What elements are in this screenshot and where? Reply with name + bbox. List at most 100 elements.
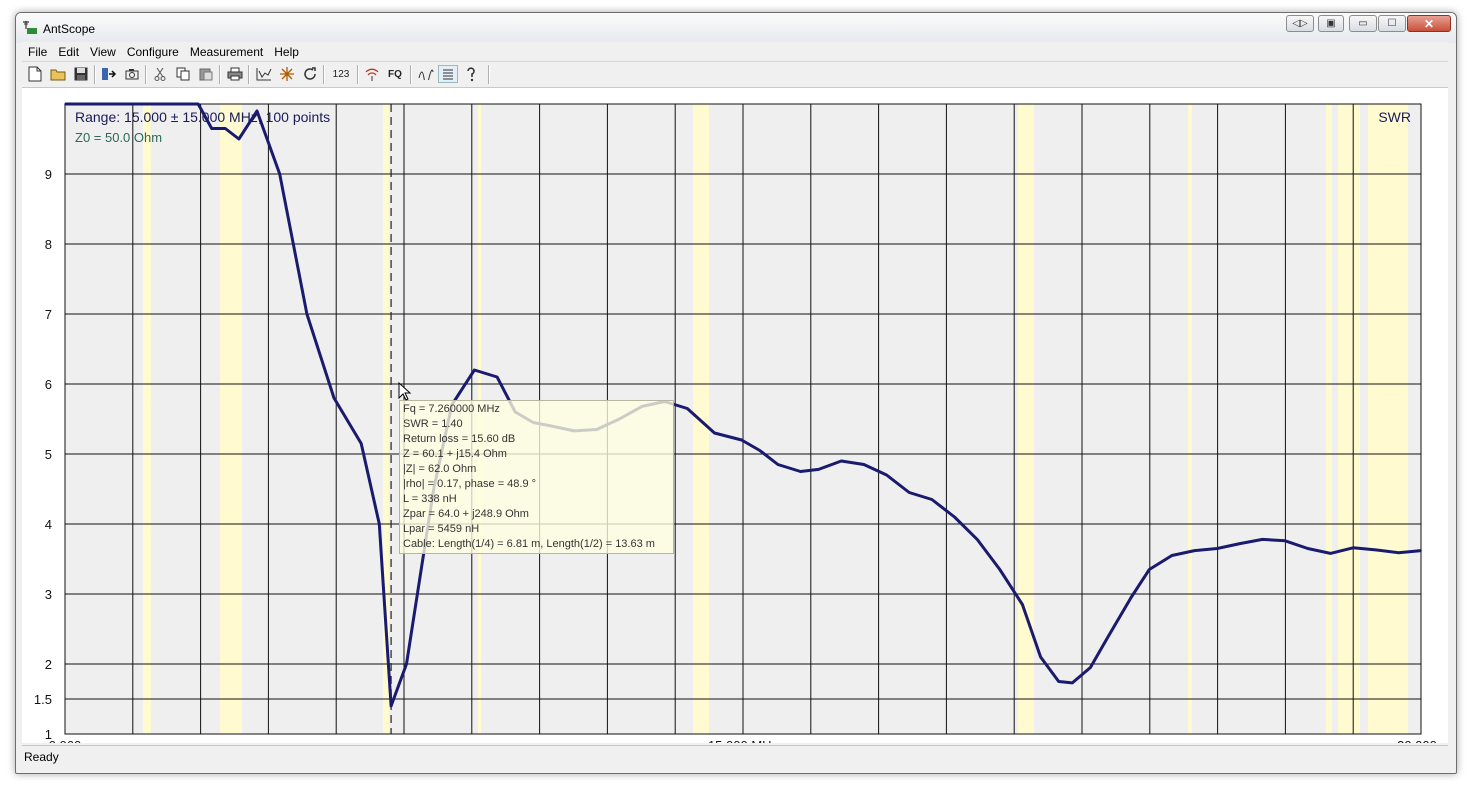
info-impedance: Z = 60.1 + j15.4 Ohm: [403, 448, 507, 460]
swr-data-point: [390, 705, 392, 707]
info-parallel-impedance: Zpar = 64.0 + j248.9 Ohm: [403, 508, 529, 520]
help-icon[interactable]: [461, 65, 481, 83]
save-disk-icon[interactable]: [71, 65, 91, 83]
swr-data-point: [908, 491, 910, 494]
star-burst-icon[interactable]: [277, 65, 297, 83]
y-tick-label: 5: [45, 447, 52, 462]
swr-data-point: [333, 397, 335, 399]
y-tick-label: 6: [45, 377, 52, 392]
swr-data-point: [777, 463, 779, 466]
info-impedance-magnitude: |Z| = 62.0 Ohm: [403, 463, 477, 475]
band-highlight-0: [143, 104, 151, 734]
swr-data-point: [224, 127, 227, 130]
window-title: AntScope: [43, 22, 96, 36]
frequency-icon[interactable]: FQ: [384, 65, 406, 83]
swr-data-point: [686, 407, 689, 410]
swr-data-point: [1329, 552, 1332, 555]
minimize-button[interactable]: ▭: [1349, 15, 1377, 32]
app-window: AntScope ◁▷ ▣ ▭ ☐ ✕ File Edit View Configur…: [15, 12, 1457, 774]
menu-file[interactable]: File: [22, 42, 52, 61]
menu-bar: File Edit View Configure Measurement Help: [22, 42, 1448, 62]
new-file-icon[interactable]: [25, 65, 45, 83]
swr-data-point: [953, 516, 956, 518]
menu-help[interactable]: Help: [268, 42, 304, 61]
swr-data-point: [473, 369, 476, 371]
swr-data-point: [197, 103, 199, 105]
swr-data-point: [799, 470, 802, 473]
band-highlight-7: [1326, 104, 1332, 734]
swr-data-point: [1057, 680, 1060, 683]
swr-data-point: [740, 439, 743, 441]
swr-data-point: [817, 468, 820, 471]
swr-data-point: [1261, 538, 1264, 541]
band-highlight-8: [1338, 104, 1360, 734]
back-forward-button[interactable]: ◁▷: [1286, 15, 1314, 32]
swr-data-point: [1397, 551, 1400, 554]
swr-data-point: [1130, 596, 1132, 599]
swr-data-point: [1352, 547, 1354, 549]
menu-edit[interactable]: Edit: [52, 42, 84, 61]
snapshot-icon[interactable]: [122, 65, 142, 83]
swr-data-point: [496, 376, 498, 378]
chart-icon[interactable]: [254, 65, 274, 83]
list-icon[interactable]: [438, 65, 458, 83]
open-folder-icon[interactable]: [48, 65, 68, 83]
swr-chart[interactable]: 987654321.51 0.06015.000 MHz30.000 Range…: [22, 88, 1448, 743]
swr-data-point: [1216, 547, 1218, 550]
maximize-button[interactable]: ☐: [1378, 15, 1406, 32]
swr-data-point: [1307, 547, 1309, 550]
swr-data-point: [999, 568, 1001, 571]
swr-data-point: [840, 460, 843, 462]
swr-data-point: [1193, 549, 1196, 552]
swr-data-point: [306, 313, 308, 315]
status-text: Ready: [24, 750, 59, 764]
info-cable-length: Cable: Length(1/4) = 6.81 m, Length(1/2)…: [403, 538, 655, 550]
info-frequency: Fq = 7.260000 MHz: [403, 403, 500, 415]
y-tick-label: 9: [45, 167, 52, 182]
export-icon[interactable]: [99, 65, 119, 83]
menu-view[interactable]: View: [84, 42, 121, 61]
paste-icon[interactable]: [196, 65, 216, 83]
y-tick-label: 2: [45, 657, 52, 672]
antenna-icon[interactable]: [362, 65, 382, 83]
x-tick-label: 30.000: [1397, 738, 1437, 743]
x-tick-label: 15.000 MHz: [708, 738, 778, 743]
print-icon[interactable]: [225, 65, 245, 83]
swr-data-point: [1171, 554, 1173, 557]
y-tick-label: 7: [45, 307, 52, 322]
swr-data-point: [1021, 603, 1024, 606]
swr-data-point: [64, 103, 66, 105]
status-bar: Ready: [22, 745, 1448, 766]
swr-data-point: [931, 498, 933, 501]
swr-data-point: [378, 523, 381, 525]
swr-data-point: [713, 432, 716, 434]
refresh-icon[interactable]: [300, 65, 320, 83]
numbers-icon[interactable]: 123: [328, 65, 354, 83]
x-axis-labels: 0.060 15.000 MHz 30.000: [49, 738, 1437, 743]
swr-data-point: [1420, 549, 1422, 552]
swr-data-point: [360, 442, 363, 445]
swr-data-point: [1039, 656, 1042, 658]
swr-data-point: [885, 474, 888, 476]
band-highlight-1: [220, 104, 242, 734]
swr-data-point: [759, 449, 761, 452]
swr-data-point: [278, 173, 281, 175]
copy-icon[interactable]: [173, 65, 193, 83]
swr-data-point: [210, 127, 213, 130]
mouse-pointer-icon: [398, 382, 412, 401]
cut-icon[interactable]: [150, 65, 170, 83]
y-tick-label: 1.5: [34, 692, 52, 707]
y-tick-label: 8: [45, 237, 52, 252]
restore-copy-button[interactable]: ▣: [1318, 15, 1344, 32]
menu-measurement[interactable]: Measurement: [184, 42, 268, 61]
info-parallel-inductance: Lpar = 5459 nH: [403, 523, 480, 535]
title-bar[interactable]: AntScope ◁▷ ▣ ▭ ☐ ✕: [16, 13, 1456, 43]
band-highlight-5: [1018, 104, 1034, 734]
close-button[interactable]: ✕: [1407, 15, 1451, 32]
info-swr: SWR = 1.40: [403, 418, 463, 430]
swr-data-point: [1284, 540, 1286, 542]
y-tick-label: 4: [45, 517, 52, 532]
swr-data-point: [1089, 666, 1092, 669]
menu-configure[interactable]: Configure: [121, 42, 184, 61]
waveform-icon[interactable]: [416, 65, 436, 83]
